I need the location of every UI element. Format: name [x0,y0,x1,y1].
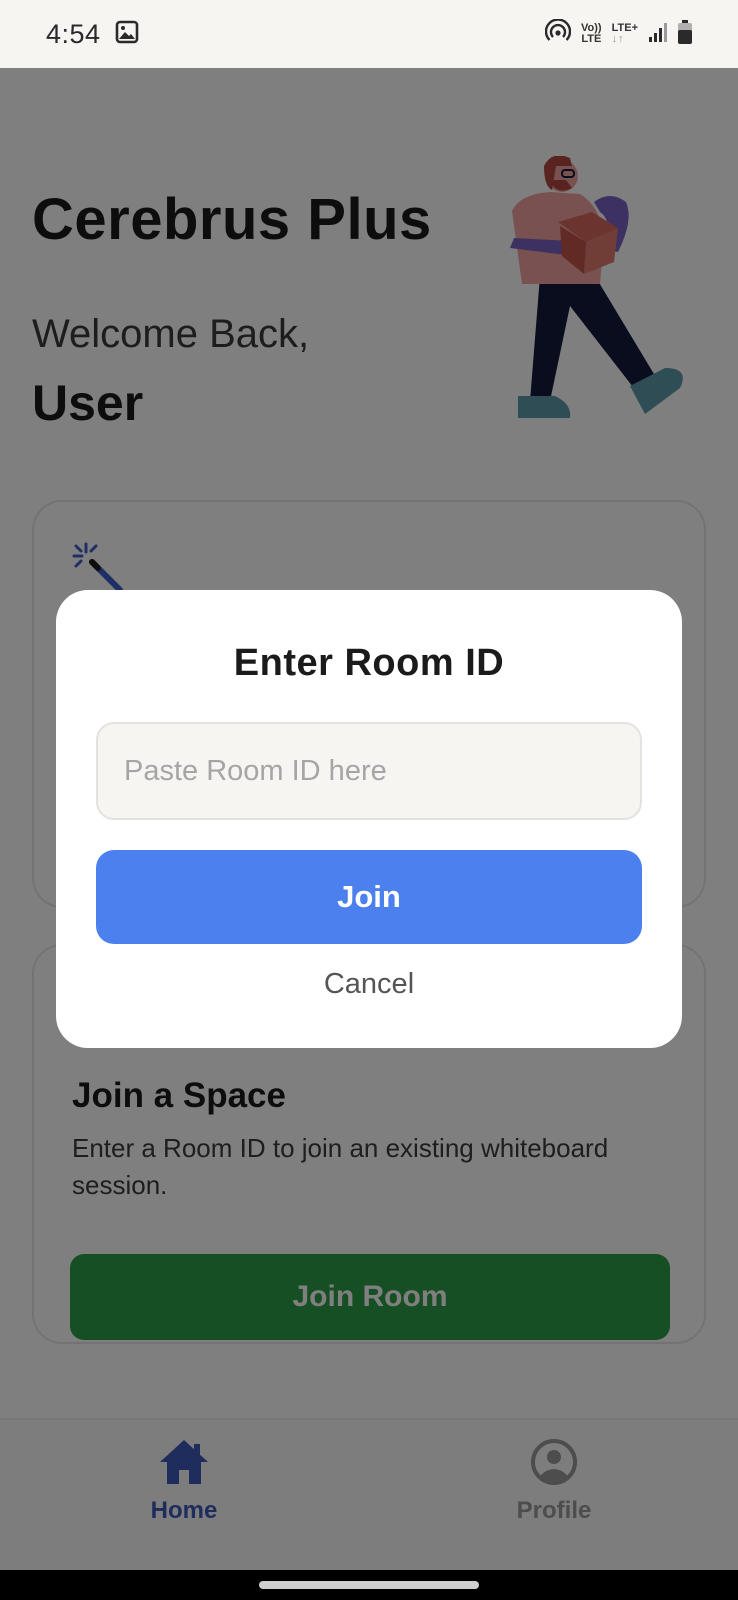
join-button[interactable]: Join [96,850,642,944]
status-left: 4:54 [46,19,139,50]
volte-bottom: LTE [581,33,602,45]
volte-indicator: Vo)) LTE [581,23,602,45]
dialog-title: Enter Room ID [233,642,505,684]
screen: 4:54 Vo)) LTE LTE+ ↓↑ Enter Room ID Past… [0,0,738,1600]
status-bar: 4:54 Vo)) LTE LTE+ ↓↑ [0,0,738,68]
battery-icon [678,19,692,49]
hotspot-icon [544,17,572,50]
enter-room-dialog: Enter Room ID Join Cancel [56,590,682,1048]
gesture-handle[interactable] [259,1581,479,1589]
lte-indicator: LTE+ ↓↑ [612,23,638,45]
signal-icon [648,21,668,48]
data-arrows: ↓↑ [611,33,625,45]
status-time: 4:54 [46,18,101,49]
room-id-input[interactable] [96,722,642,820]
gesture-bar [0,1570,738,1600]
status-right: Vo)) LTE LTE+ ↓↑ [544,17,692,50]
image-icon [115,20,139,49]
cancel-button[interactable]: Cancel [269,958,469,1010]
